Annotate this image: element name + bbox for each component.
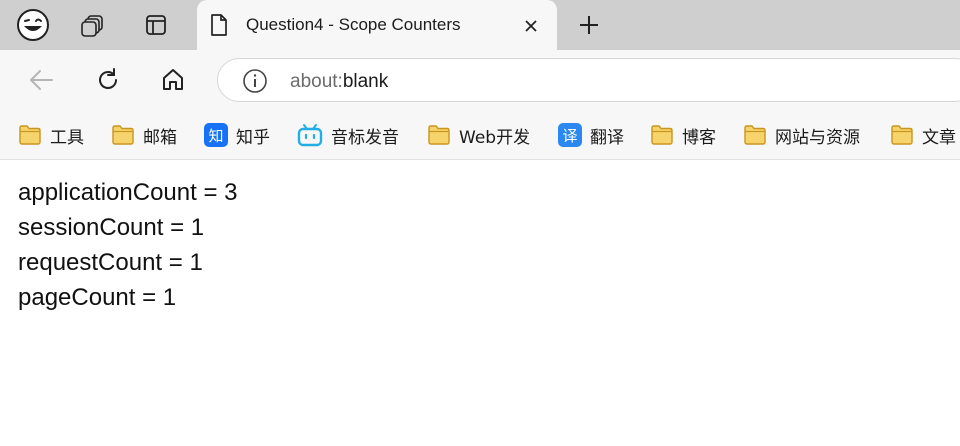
folder-icon xyxy=(744,125,766,145)
folder-icon xyxy=(19,125,41,145)
bilibili-icon xyxy=(297,124,323,147)
url-text[interactable]: about:blank xyxy=(290,71,388,93)
bookmark-mail[interactable]: 邮箱 xyxy=(111,123,177,148)
active-tab[interactable]: Question4 - Scope Counters xyxy=(197,0,557,50)
bookmark-label: 工具 xyxy=(50,127,84,148)
request-count-line: requestCount = 1 xyxy=(18,249,203,276)
bookmark-label: 翻译 xyxy=(590,127,624,148)
bookmark-label: 文章 xyxy=(922,127,956,148)
url-scheme: about: xyxy=(290,71,343,92)
plus-icon[interactable] xyxy=(573,9,605,41)
bookmark-label: 知乎 xyxy=(236,127,270,148)
bookmark-label: 音标发音 xyxy=(331,127,399,148)
folder-icon xyxy=(428,125,450,145)
bookmark-articles[interactable]: 文章 xyxy=(890,123,960,147)
info-icon[interactable] xyxy=(242,68,268,99)
bookmark-tools[interactable]: 工具 xyxy=(18,123,84,148)
page-count-line: pageCount = 1 xyxy=(18,284,177,311)
address-bar[interactable]: about:blank xyxy=(217,58,960,102)
bookmark-zhihu[interactable]: 知 知乎 xyxy=(204,123,270,148)
bookmark-label: 邮箱 xyxy=(143,127,177,148)
bookmarks-bar: 工具 邮箱 知 知乎 音标发音 Web开发 译 翻译 博客 网站与资源 文章 xyxy=(0,110,960,160)
zhihu-icon: 知 xyxy=(204,123,228,147)
application-count-line: applicationCount = 3 xyxy=(18,179,238,206)
page-content: applicationCount = 3 sessionCount = 1 re… xyxy=(0,161,960,446)
bookmark-phonetics[interactable]: 音标发音 xyxy=(297,123,399,148)
close-icon[interactable] xyxy=(519,14,543,38)
folder-icon xyxy=(112,125,134,145)
bookmark-label: 博客 xyxy=(682,127,716,148)
workspaces-icon[interactable] xyxy=(76,8,110,42)
translate-icon: 译 xyxy=(558,123,582,147)
page-icon xyxy=(209,13,229,42)
smiley-icon[interactable] xyxy=(16,8,50,42)
back-arrow-icon[interactable] xyxy=(25,64,57,96)
bookmark-translate[interactable]: 译 翻译 xyxy=(558,123,624,148)
url-path: blank xyxy=(342,71,389,92)
tab-strip: Question4 - Scope Counters xyxy=(0,0,960,50)
bookmark-label: 网站与资源 xyxy=(775,127,860,148)
session-count-line: sessionCount = 1 xyxy=(18,214,205,241)
tab-title: Question4 - Scope Counters xyxy=(246,15,461,34)
bookmark-label: Web开发 xyxy=(459,127,531,148)
folder-icon xyxy=(651,125,673,145)
bookmark-webdev[interactable]: Web开发 xyxy=(427,123,531,148)
navigation-toolbar: about:blank xyxy=(0,50,960,110)
bookmark-blog[interactable]: 博客 xyxy=(650,123,716,148)
tab-actions-icon[interactable] xyxy=(139,8,173,42)
folder-icon xyxy=(891,125,913,145)
home-icon[interactable] xyxy=(157,64,189,96)
bookmark-sites[interactable]: 网站与资源 xyxy=(743,123,860,148)
refresh-icon[interactable] xyxy=(92,64,124,96)
